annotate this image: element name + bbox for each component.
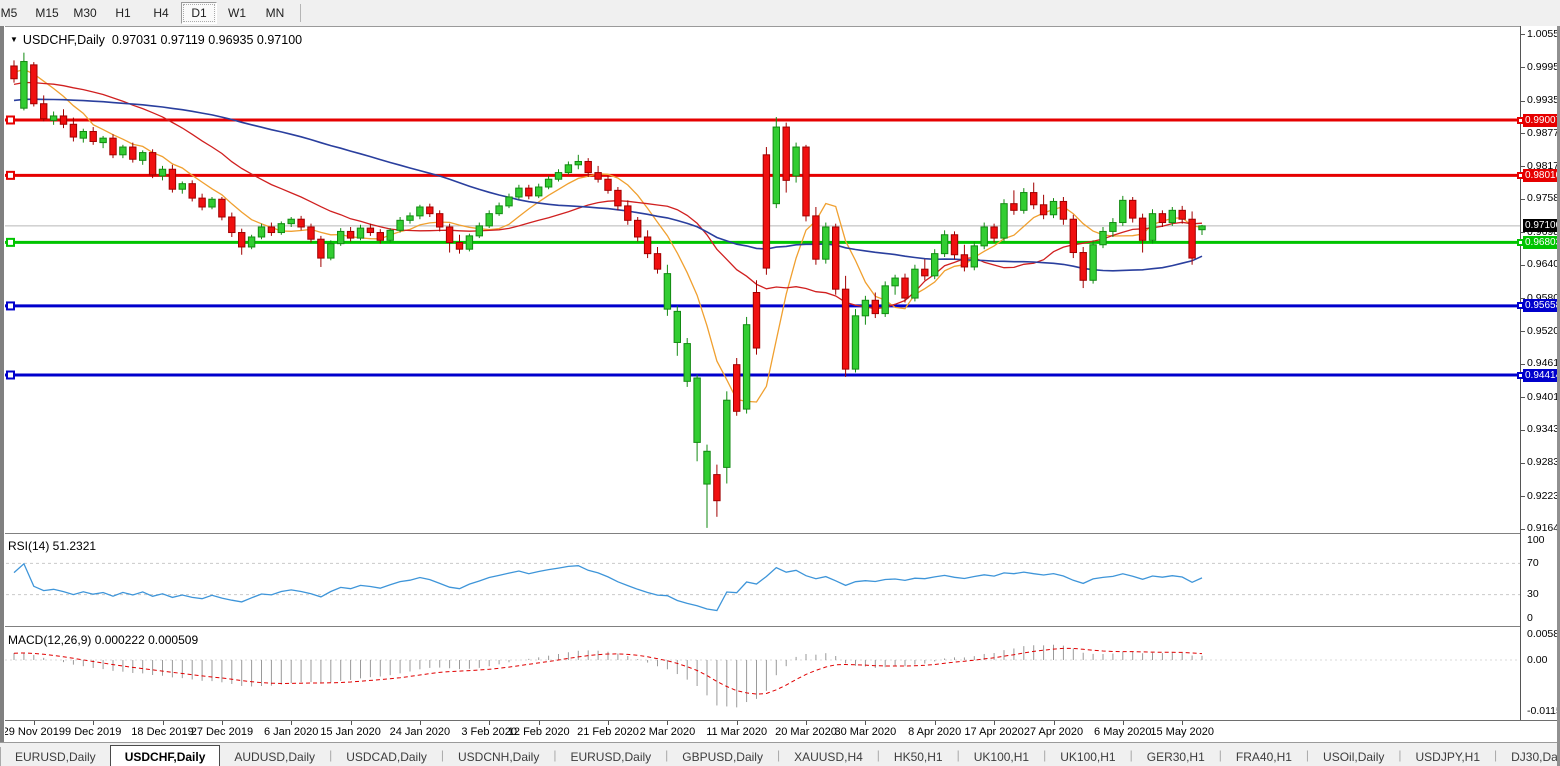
price-axis-label: 0.96400 (1527, 258, 1560, 271)
chart-tab-GER30-H1[interactable]: GER30,H1 (1133, 747, 1219, 766)
ohlc-open: 0.97031 (111, 33, 158, 47)
toolbar-separator (300, 4, 301, 22)
date-axis-label: 20 Mar 2020 (775, 726, 837, 738)
horizontal-line-0.94414[interactable] (0, 370, 1520, 380)
timeframe-button-M30[interactable]: M30 (67, 2, 103, 24)
rsi-axis-label: 100 (1527, 533, 1545, 546)
chart-tab-USDCHF-Daily[interactable]: USDCHF,Daily (109, 745, 221, 766)
chart-tab-XAUUSD-H4[interactable]: XAUUSD,H4 (780, 747, 877, 766)
rsi-indicator-panel[interactable] (0, 537, 1520, 626)
price-axis-label: 0.98770 (1527, 126, 1560, 139)
line-handle-icon (1517, 171, 1524, 179)
date-axis-label: 15 May 2020 (1150, 726, 1214, 738)
current-price-badge: 0.97100 (1523, 219, 1560, 233)
date-axis-label: 30 Mar 2020 (834, 726, 897, 738)
timeframe-button-H4[interactable]: H4 (143, 2, 179, 24)
date-axis-label: 6 May 2020 (1094, 726, 1152, 738)
price-axis-label: 0.99955 (1527, 60, 1560, 73)
timeframe-button-W1[interactable]: W1 (219, 2, 255, 24)
macd-axis-label: 0.005818 (1527, 627, 1560, 640)
rsi-axis-label: 30 (1527, 588, 1539, 601)
price-axis-label: 0.92830 (1527, 456, 1560, 469)
candles (10, 52, 1206, 528)
chart-tab-bar: EURUSD,Daily USDCHF,Daily AUDUSD,Daily | USD… (0, 742, 1560, 766)
date-axis-label: 17 Apr 2020 (964, 726, 1024, 738)
chart-tab-AUDUSD-Daily[interactable]: AUDUSD,Daily (220, 747, 329, 766)
rsi-axis-label: 0 (1527, 611, 1533, 624)
date-axis-label: 8 Apr 2020 (908, 726, 962, 738)
date-axis-label: 11 Mar 2020 (706, 726, 768, 738)
window-left-border (0, 26, 5, 742)
macd-axis-label: 0.00 (1527, 653, 1548, 666)
rsi-axis-label: 70 (1527, 556, 1539, 569)
chart-tab-EURUSD-Daily[interactable]: EURUSD,Daily (556, 747, 665, 766)
price-axis-label: 0.91645 (1527, 522, 1560, 535)
horizontal-line-0.99007[interactable] (0, 115, 1520, 125)
price-line-badge: 0.99007 (1523, 113, 1560, 127)
chart-symbol-label: USDCHF,Daily (22, 33, 105, 47)
date-axis-label: 9 Dec 2019 (65, 726, 122, 738)
macd-label: MACD(12,26,9) 0.000222 0.000509 (8, 633, 199, 647)
panel-separator[interactable] (0, 626, 1560, 629)
ohlc-close: 0.97100 (256, 33, 303, 47)
chart-tab-UK100-H1[interactable]: UK100,H1 (960, 747, 1043, 766)
macd-axis-label: -0.01151 (1527, 704, 1560, 717)
price-axis[interactable]: 1.005550.999550.993550.987700.981700.975… (1517, 26, 1560, 720)
mt4-chart-window: M5 M15 M30 H1 H4 D1 W1 MN ▼ USDCHF,Daily 0.97031… (0, 0, 1560, 766)
date-axis[interactable]: 29 Nov 2019 9 Dec 2019 18 Dec 2019 27 Dec 2… (0, 720, 1560, 743)
chart-tab-USDJPY-H1[interactable]: USDJPY,H1 (1402, 747, 1494, 766)
price-axis-label: 0.99355 (1527, 94, 1560, 107)
timeframe-toolbar: M5 M15 M30 H1 H4 D1 W1 MN (0, 0, 1560, 27)
timeframe-button-M15[interactable]: M15 (29, 2, 65, 24)
price-axis-label: 0.95200 (1527, 324, 1560, 337)
date-axis-label: 27 Apr 2020 (1023, 726, 1084, 738)
horizontal-line-0.98010[interactable] (0, 170, 1520, 180)
chart-title: ▼ USDCHF,Daily 0.97031 0.97119 0.96935 0.… (10, 33, 302, 47)
line-handle-icon (1517, 302, 1524, 310)
price-line-badge: 0.95658 (1523, 299, 1560, 313)
price-line-badge: 0.96803 (1523, 235, 1560, 249)
price-axis-label: 0.97585 (1527, 192, 1560, 205)
timeframe-button-D1[interactable]: D1 (181, 2, 217, 24)
timeframe-button-M5[interactable]: M5 (0, 2, 27, 24)
price-axis-label: 1.00555 (1527, 27, 1560, 40)
line-handle-icon (1517, 238, 1524, 246)
timeframe-button-H1[interactable]: H1 (105, 2, 141, 24)
chart-tab-USDCNH-Daily[interactable]: USDCNH,Daily (444, 747, 553, 766)
macd-indicator-panel[interactable] (0, 630, 1520, 720)
price-axis-label: 0.94015 (1527, 390, 1560, 403)
date-axis-label: 12 Feb 2020 (507, 726, 570, 738)
chart-tab-EURUSD-Daily[interactable]: EURUSD,Daily (1, 747, 110, 766)
price-line-badge: 0.94414 (1523, 368, 1560, 382)
line-handle-icon (1517, 116, 1524, 124)
chart-tab-DJ30-Daily[interactable]: DJ30,Daily (1497, 747, 1560, 766)
rsi-line (13, 562, 1203, 612)
date-axis-label: 2 Mar 2020 (639, 726, 696, 738)
main-price-chart[interactable] (0, 26, 1520, 533)
price-axis-label: 0.92230 (1527, 489, 1560, 502)
chevron-down-icon[interactable]: ▼ (10, 35, 18, 44)
date-axis-label: 29 Nov 2019 (2, 726, 65, 738)
timeframe-button-MN[interactable]: MN (257, 2, 293, 24)
date-axis-label: 21 Feb 2020 (577, 726, 639, 738)
chart-tab-UK100-H1[interactable]: UK100,H1 (1046, 747, 1129, 766)
panel-separator[interactable] (0, 533, 1560, 536)
date-axis-label: 18 Dec 2019 (131, 726, 194, 738)
price-line-badge: 0.98010 (1523, 168, 1560, 182)
ohlc-low: 0.96935 (208, 33, 254, 47)
price-axis-label: 0.93430 (1527, 423, 1560, 436)
date-axis-label: 15 Jan 2020 (320, 726, 381, 738)
chart-tab-USOil-Daily[interactable]: USOil,Daily (1309, 747, 1398, 766)
chart-tab-GBPUSD-Daily[interactable]: GBPUSD,Daily (668, 747, 777, 766)
date-axis-label: 6 Jan 2020 (263, 726, 319, 738)
chart-tab-FRA40-H1[interactable]: FRA40,H1 (1222, 747, 1306, 766)
date-axis-label: 24 Jan 2020 (389, 726, 451, 738)
horizontal-line-0.96803[interactable] (0, 237, 1520, 247)
rsi-label: RSI(14) 51.2321 (8, 539, 97, 553)
chart-tab-USDCAD-Daily[interactable]: USDCAD,Daily (332, 747, 441, 766)
ohlc-high: 0.97119 (160, 33, 205, 47)
line-handle-icon (1517, 371, 1524, 379)
date-axis-label: 27 Dec 2019 (190, 726, 254, 738)
chart-tab-HK50-H1[interactable]: HK50,H1 (880, 747, 957, 766)
